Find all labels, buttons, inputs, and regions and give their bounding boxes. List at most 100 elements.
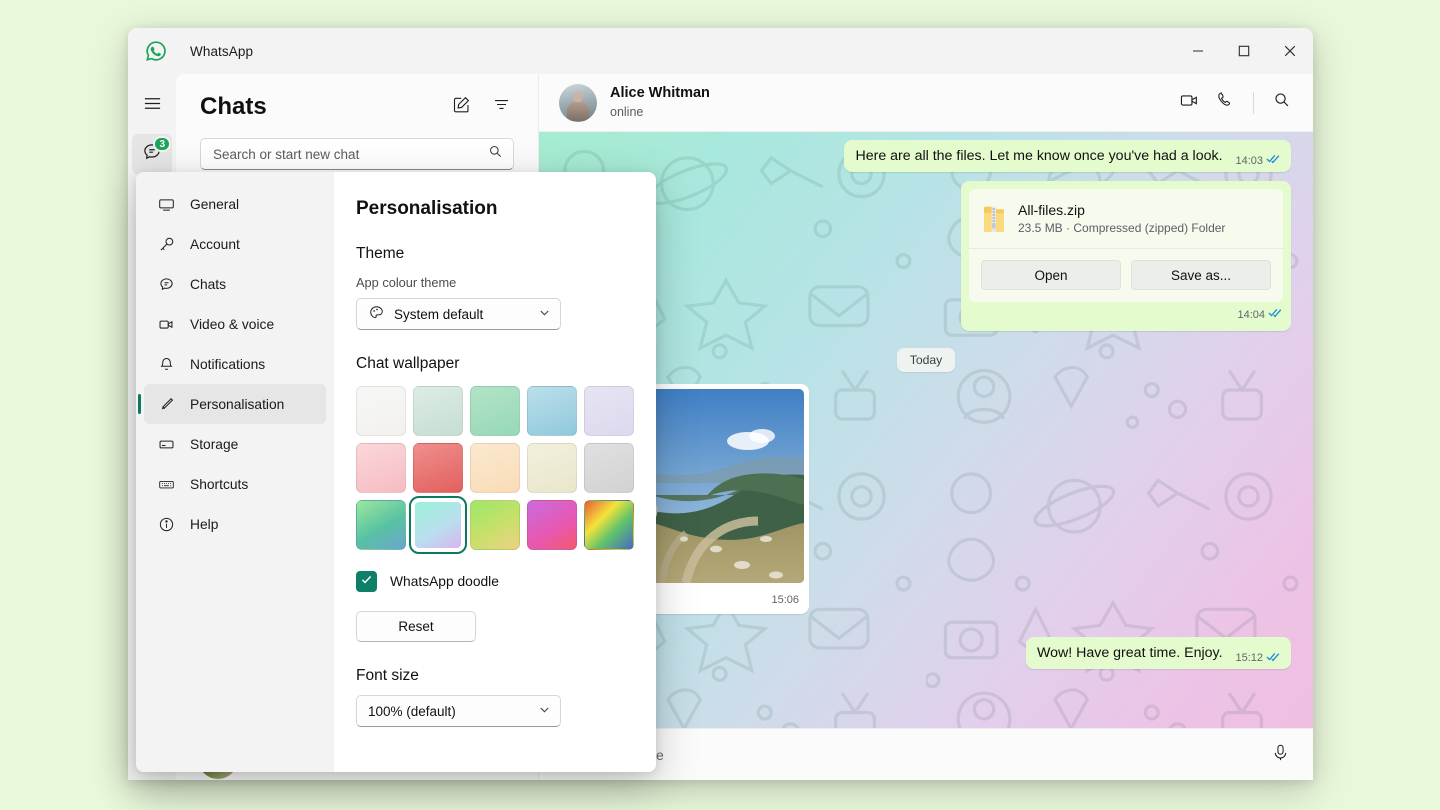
app-title: WhatsApp	[190, 44, 253, 59]
wallpaper-swatch-selected[interactable]	[413, 500, 463, 550]
sidebar-item-account[interactable]: Account	[144, 224, 326, 264]
theme-heading: Theme	[356, 245, 630, 263]
sidebar-item-label: Chats	[190, 277, 226, 292]
font-size-dropdown[interactable]: 100% (default)	[356, 695, 561, 727]
message-row: All-files.zip 23.5 MB · Compressed (zipp…	[561, 181, 1291, 331]
maximize-button[interactable]	[1221, 28, 1267, 74]
wallpaper-swatch[interactable]	[470, 386, 520, 436]
zip-folder-icon	[983, 205, 1005, 233]
voice-call-button[interactable]	[1208, 86, 1242, 120]
wallpaper-swatch[interactable]	[470, 500, 520, 550]
chat-list-header: Chats	[176, 74, 538, 132]
message-bubble-text[interactable]: Wow! Have great time. Enjoy. 15:12	[1026, 637, 1291, 669]
message-bubble-file[interactable]: All-files.zip 23.5 MB · Compressed (zipp…	[961, 181, 1291, 331]
message-input[interactable]	[561, 747, 1263, 763]
file-meta: 23.5 MB · Compressed (zipped) Folder	[1018, 220, 1225, 236]
settings-page-title: Personalisation	[356, 198, 630, 220]
search-input[interactable]	[213, 147, 488, 162]
page-title: Chats	[200, 93, 267, 121]
wallpaper-swatch-grid	[356, 386, 630, 550]
sidebar-item-label: Help	[190, 517, 218, 532]
sidebar-item-general[interactable]: General	[144, 184, 326, 224]
brush-icon	[154, 396, 178, 413]
settings-nav: General Account Chats	[136, 172, 334, 772]
sidebar-item-storage[interactable]: Storage	[144, 424, 326, 464]
status-badge: online	[610, 104, 710, 121]
wallpaper-swatch[interactable]	[584, 443, 634, 493]
contact-name: Alice Whitman	[610, 84, 710, 104]
search-chats-box[interactable]	[200, 138, 514, 170]
theme-field-label: App colour theme	[356, 275, 630, 290]
wallpaper-swatch[interactable]	[413, 386, 463, 436]
video-call-icon	[1179, 90, 1200, 116]
font-size-value: 100% (default)	[368, 704, 456, 719]
sidebar-item-notifications[interactable]: Notifications	[144, 344, 326, 384]
open-file-button[interactable]: Open	[981, 260, 1121, 290]
compose-new-chat-icon	[452, 95, 471, 119]
bell-icon	[154, 356, 178, 373]
wallpaper-swatch[interactable]	[584, 500, 634, 550]
message-row: Wow! Have great time. Enjoy. 15:12	[561, 637, 1291, 669]
day-divider-label: Today	[897, 348, 956, 372]
whatsapp-doodle-checkbox[interactable]	[356, 571, 377, 592]
palette-icon	[368, 304, 385, 324]
hamburger-menu-icon	[143, 94, 162, 118]
wallpaper-heading: Chat wallpaper	[356, 355, 630, 373]
close-button[interactable]	[1267, 28, 1313, 74]
compose-new-chat-button[interactable]	[444, 90, 478, 124]
read-double-check-icon	[1268, 307, 1283, 323]
keyboard-icon	[154, 476, 178, 493]
font-size-heading: Font size	[356, 667, 630, 685]
wallpaper-swatch[interactable]	[527, 386, 577, 436]
wallpaper-swatch[interactable]	[413, 443, 463, 493]
chevron-down-icon	[538, 306, 551, 322]
sidebar-item-personalisation[interactable]: Personalisation	[144, 384, 326, 424]
minimize-button[interactable]	[1175, 28, 1221, 74]
app-colour-theme-value: System default	[394, 307, 483, 322]
reset-button[interactable]: Reset	[356, 611, 476, 642]
sidebar-item-label: Video & voice	[190, 317, 274, 332]
phone-call-icon	[1215, 90, 1235, 115]
wallpaper-swatch[interactable]	[356, 386, 406, 436]
filter-chats-button[interactable]	[484, 90, 518, 124]
chat-icon	[154, 276, 178, 293]
message-row: here! 15:06	[561, 384, 1291, 614]
sidebar-item-chats[interactable]: Chats	[144, 264, 326, 304]
message-text: Here are all the files. Let me know once…	[855, 148, 1222, 164]
app-colour-theme-dropdown[interactable]: System default	[356, 298, 561, 330]
whatsapp-logo-icon	[144, 39, 168, 63]
search-in-chat-button[interactable]	[1265, 86, 1299, 120]
message-time: 14:03	[1235, 154, 1263, 169]
sidebar-item-video-voice[interactable]: Video & voice	[144, 304, 326, 344]
day-divider: Today	[561, 348, 1291, 372]
wallpaper-swatch[interactable]	[527, 443, 577, 493]
file-name: All-files.zip	[1018, 201, 1225, 220]
sidebar-item-shortcuts[interactable]: Shortcuts	[144, 464, 326, 504]
save-as-button[interactable]: Save as...	[1131, 260, 1271, 290]
whatsapp-doodle-row[interactable]: WhatsApp doodle	[356, 571, 630, 592]
contact-avatar[interactable]	[559, 84, 597, 122]
hamburger-menu-button[interactable]	[132, 86, 172, 126]
message-row: Here are all the files. Let me know once…	[561, 140, 1291, 172]
chats-unread-badge: 3	[153, 136, 171, 152]
message-bubble-text[interactable]: Here are all the files. Let me know once…	[844, 140, 1291, 172]
whatsapp-doodle-label: WhatsApp doodle	[390, 574, 499, 589]
wallpaper-swatch[interactable]	[584, 386, 634, 436]
rail-item-chats[interactable]: 3	[132, 134, 172, 174]
video-call-button[interactable]	[1172, 86, 1206, 120]
read-double-check-icon	[1266, 651, 1281, 667]
message-time: 15:06	[771, 593, 799, 608]
voice-record-button[interactable]	[1263, 738, 1297, 772]
sidebar-item-help[interactable]: Help	[144, 504, 326, 544]
microphone-icon	[1271, 743, 1290, 767]
sidebar-item-label: General	[190, 197, 239, 212]
settings-dialog: General Account Chats	[136, 172, 656, 772]
sidebar-item-label: Shortcuts	[190, 477, 248, 492]
window-controls	[1175, 28, 1313, 74]
wallpaper-swatch[interactable]	[356, 500, 406, 550]
wallpaper-swatch[interactable]	[356, 443, 406, 493]
wallpaper-swatch[interactable]	[470, 443, 520, 493]
wallpaper-swatch[interactable]	[527, 500, 577, 550]
storage-icon	[154, 436, 178, 453]
info-icon	[154, 516, 178, 533]
